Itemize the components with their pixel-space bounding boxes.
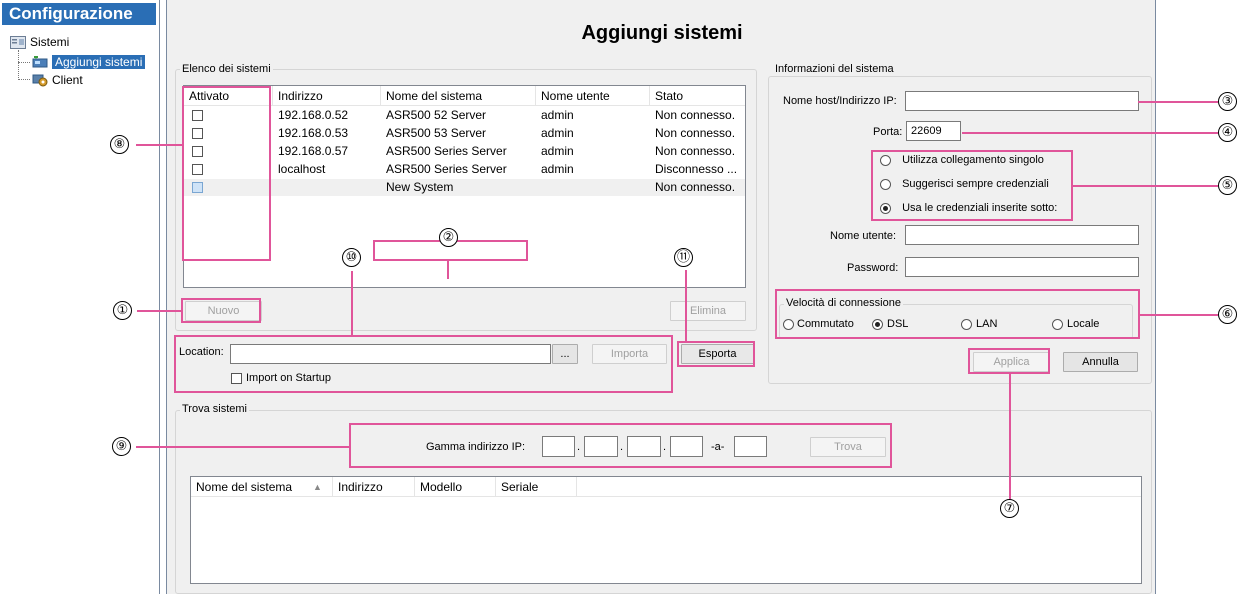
callout-7: ⑦ — [1000, 499, 1019, 518]
tree-item-label: Sistemi — [30, 35, 70, 49]
tree-connector — [18, 50, 19, 80]
add-system-icon — [32, 55, 48, 69]
callout-2: ② — [439, 228, 458, 247]
cell-status: Disconnesso ... — [655, 162, 738, 176]
column-header-nome-utente[interactable]: Nome utente — [536, 86, 650, 106]
cell-status: Non connesso. — [655, 180, 736, 194]
callout-line-1 — [137, 310, 181, 312]
cell-address: 192.168.0.52 — [278, 108, 349, 122]
tree-item-label: Client — [52, 73, 83, 87]
callout-line-3 — [1138, 101, 1218, 103]
cell-user: admin — [541, 108, 574, 122]
systems-list-group-label: Elenco dei sistemi — [180, 63, 273, 75]
cell-name: ASR500 53 Server — [386, 126, 487, 140]
column-header-seriale[interactable]: Seriale — [496, 477, 577, 497]
navigation-panel: Configurazione Sistemi Aggiungi sistemi … — [0, 0, 160, 594]
column-header-indirizzo[interactable]: Indirizzo — [273, 86, 381, 106]
callout-box-6 — [775, 289, 1140, 339]
callout-box-9 — [349, 423, 892, 468]
password-label: Password: — [847, 262, 899, 274]
port-label: Porta: — [873, 126, 903, 138]
column-header-nome-sistema[interactable]: Nome del sistema ▲ — [191, 477, 333, 497]
callout-9: ⑨ — [112, 437, 131, 456]
delete-system-button[interactable]: Elimina — [670, 301, 746, 321]
tree-item-client[interactable]: Client — [32, 72, 83, 88]
callout-box-10 — [174, 335, 673, 393]
callout-box-11 — [677, 341, 755, 367]
tree-item-sistemi[interactable]: Sistemi — [10, 34, 69, 50]
column-header-modello[interactable]: Modello — [415, 477, 496, 497]
tree-connector — [18, 79, 30, 80]
callout-box-8 — [182, 86, 271, 261]
tree-item-aggiungi-sistemi[interactable]: Aggiungi sistemi — [32, 54, 146, 70]
callout-8: ⑧ — [110, 135, 129, 154]
callout-1: ① — [113, 301, 132, 320]
cell-address: 192.168.0.53 — [278, 126, 349, 140]
found-systems-header: Nome del sistema ▲ Indirizzo Modello Ser… — [191, 477, 1141, 497]
callout-line-11 — [685, 270, 687, 341]
column-header-stato[interactable]: Stato — [650, 86, 745, 106]
username-input[interactable] — [905, 225, 1139, 245]
callout-4: ④ — [1218, 123, 1237, 142]
callout-line-4 — [962, 132, 1218, 134]
callout-box-5 — [871, 150, 1073, 221]
callout-line-8 — [136, 144, 182, 146]
nav-header: Configurazione — [2, 3, 156, 25]
cell-user: admin — [541, 162, 574, 176]
callout-10: ⑩ — [342, 248, 361, 267]
cell-user: admin — [541, 126, 574, 140]
cell-user: admin — [541, 144, 574, 158]
client-gear-icon — [32, 74, 48, 87]
column-header-indirizzo[interactable]: Indirizzo — [333, 477, 415, 497]
cancel-button[interactable]: Annulla — [1063, 352, 1138, 372]
cell-name: ASR500 Series Server — [386, 144, 507, 158]
cell-address: 192.168.0.57 — [278, 144, 349, 158]
cell-address: localhost — [278, 162, 326, 176]
tree-item-label: Aggiungi sistemi — [52, 55, 146, 69]
username-label: Nome utente: — [830, 230, 897, 242]
callout-line-9 — [136, 446, 349, 448]
password-input[interactable] — [905, 257, 1139, 277]
port-input[interactable]: 22609 — [906, 121, 961, 141]
find-systems-group-label: Trova sistemi — [180, 403, 249, 415]
cell-name: New System — [386, 180, 454, 194]
callout-6: ⑥ — [1218, 305, 1237, 324]
callout-11: ⑪ — [674, 248, 693, 267]
cell-status: Non connesso. — [655, 126, 736, 140]
column-label: Nome del sistema — [196, 480, 293, 494]
cell-status: Non connesso. — [655, 108, 736, 122]
sort-ascending-icon: ▲ — [313, 482, 322, 492]
callout-box-7 — [968, 348, 1050, 374]
cell-name: ASR500 Series Server — [386, 162, 507, 176]
callout-box-1 — [181, 298, 261, 323]
callout-line-10 — [351, 271, 353, 335]
tree-connector — [18, 62, 30, 63]
callout-line-5 — [1073, 185, 1218, 187]
cell-status: Non connesso. — [655, 144, 736, 158]
callout-line-6 — [1140, 314, 1218, 316]
found-systems-table: Nome del sistema ▲ Indirizzo Modello Ser… — [190, 476, 1142, 584]
host-label: Nome host/Indirizzo IP: — [783, 95, 897, 107]
systems-folder-icon — [10, 36, 26, 50]
column-header-nome-sistema[interactable]: Nome del sistema — [381, 86, 536, 106]
callout-line-2 — [447, 261, 449, 279]
callout-3: ③ — [1218, 92, 1237, 111]
cell-name: ASR500 52 Server — [386, 108, 487, 122]
system-info-group-label: Informazioni del sistema — [773, 63, 896, 75]
host-input[interactable] — [905, 91, 1139, 111]
page-title: Aggiungi sistemi — [581, 22, 743, 44]
callout-line-7 — [1009, 374, 1011, 499]
callout-5: ⑤ — [1218, 176, 1237, 195]
